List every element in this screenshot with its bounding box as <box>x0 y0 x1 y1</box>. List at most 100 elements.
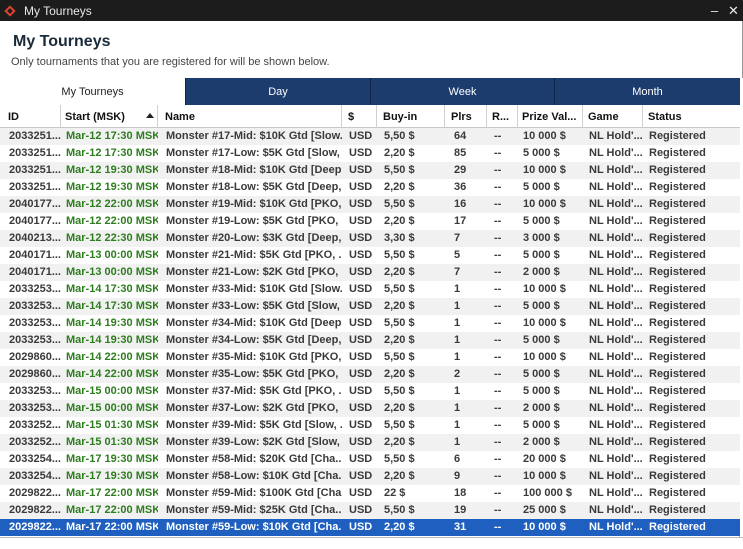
column-header-game[interactable]: Game <box>584 105 643 128</box>
column-header-status[interactable]: Status <box>644 105 740 128</box>
column-header-re[interactable]: R... <box>488 105 518 128</box>
table-row[interactable]: 2029822... Mar-17 22:00 MSK Monster #59-Mi… <box>0 502 740 519</box>
cell-name: Monster #18-Low: $5K Gtd [Deep,... <box>166 181 342 193</box>
table-row[interactable]: 2033253... Mar-14 17:30 MSK Monster #33-Mi… <box>0 281 740 298</box>
table-row[interactable]: 2029860... Mar-14 22:00 MSK Monster #35-Mi… <box>0 349 740 366</box>
cell-currency: USD <box>349 351 373 363</box>
cell-id: 2040177... <box>9 215 61 227</box>
column-header-buyin[interactable]: Buy-in <box>379 105 445 128</box>
cell-status: Registered <box>649 232 706 244</box>
cell-buyin: 5,50 $ <box>384 419 415 431</box>
table-row[interactable]: 2033253... Mar-14 19:30 MSK Monster #34-Mi… <box>0 315 740 332</box>
cell-prize: 20 000 $ <box>523 453 566 465</box>
cell-game: NL Hold'... <box>589 266 643 278</box>
cell-game: NL Hold'... <box>589 198 643 210</box>
table-row[interactable]: 2040213... Mar-12 22:30 MSK Monster #20-Lo… <box>0 230 740 247</box>
table-row[interactable]: 2040177... Mar-12 22:00 MSK Monster #19-Mi… <box>0 196 740 213</box>
cell-name: Monster #58-Low: $10K Gtd [Cha... <box>166 470 342 482</box>
cell-buyin: 2,20 $ <box>384 300 415 312</box>
cell-status: Registered <box>649 181 706 193</box>
cell-currency: USD <box>349 419 373 431</box>
table-row[interactable]: 2033253... Mar-14 19:30 MSK Monster #34-Lo… <box>0 332 740 349</box>
close-button[interactable]: ✕ <box>724 0 743 21</box>
table-row[interactable]: 2029822... Mar-17 22:00 MSK Monster #59-Mi… <box>0 485 740 502</box>
cell-name: Monster #35-Mid: $10K Gtd [PKO,... <box>166 351 342 363</box>
column-header-id[interactable]: ID <box>4 105 61 128</box>
cell-re: -- <box>494 487 502 499</box>
table-row[interactable]: 2033251... Mar-12 17:30 MSK Monster #17-Lo… <box>0 145 740 162</box>
cell-status: Registered <box>649 334 706 346</box>
tab-day[interactable]: Day <box>185 78 370 105</box>
cell-id: 2040213... <box>9 232 61 244</box>
cell-status: Registered <box>649 436 706 448</box>
cell-prize: 10 000 $ <box>523 521 566 533</box>
cell-prize: 10 000 $ <box>523 130 566 142</box>
cell-plrs: 36 <box>454 181 467 193</box>
cell-game: NL Hold'... <box>589 181 643 193</box>
cell-plrs: 17 <box>454 215 467 227</box>
cell-prize: 5 000 $ <box>523 215 560 227</box>
table-row[interactable]: 2040171... Mar-13 00:00 MSK Monster #21-Lo… <box>0 264 740 281</box>
cell-id: 2029822... <box>9 521 61 533</box>
column-header-plrs[interactable]: Plrs <box>447 105 487 128</box>
table-header: ID Start (MSK) Name $ Buy-in Plrs R... P… <box>0 105 740 128</box>
table-row[interactable]: 2040177... Mar-12 22:00 MSK Monster #19-Lo… <box>0 213 740 230</box>
cell-plrs: 16 <box>454 198 467 210</box>
cell-prize: 10 000 $ <box>523 283 566 295</box>
cell-id: 2040171... <box>9 266 61 278</box>
cell-plrs: 1 <box>454 436 461 448</box>
table-row[interactable]: 2029860... Mar-14 22:00 MSK Monster #35-Lo… <box>0 366 740 383</box>
cell-status: Registered <box>649 521 706 533</box>
cell-id: 2033253... <box>9 402 61 414</box>
table-row[interactable]: 2033251... Mar-12 19:30 MSK Monster #18-Mi… <box>0 162 740 179</box>
cell-name: Monster #37-Mid: $5K Gtd [PKO, ... <box>166 385 342 397</box>
cell-status: Registered <box>649 351 706 363</box>
page-header: My Tourneys Only tournaments that you ar… <box>0 21 743 78</box>
cell-re: -- <box>494 181 502 193</box>
cell-name: Monster #17-Low: $5K Gtd [Slow, ... <box>166 147 342 159</box>
cell-buyin: 22 $ <box>384 487 406 499</box>
table-row[interactable]: 2033251... Mar-12 19:30 MSK Monster #18-Lo… <box>0 179 740 196</box>
cell-plrs: 7 <box>454 266 461 278</box>
cell-status: Registered <box>649 368 706 380</box>
cell-start: Mar-17 22:00 MSK <box>66 504 158 516</box>
table-row[interactable]: 2033253... Mar-15 00:00 MSK Monster #37-Lo… <box>0 400 740 417</box>
cell-currency: USD <box>349 300 373 312</box>
cell-buyin: 2,20 $ <box>384 181 415 193</box>
column-header-prize[interactable]: Prize Val... <box>518 105 583 128</box>
column-header-name[interactable]: Name <box>161 105 342 128</box>
cell-id: 2033251... <box>9 164 61 176</box>
cell-start: Mar-12 22:00 MSK <box>66 215 158 227</box>
cell-plrs: 1 <box>454 334 461 346</box>
table-row[interactable]: 2029822... Mar-17 22:00 MSK Monster #59-Lo… <box>0 519 740 536</box>
cell-name: Monster #37-Low: $2K Gtd [PKO, ... <box>166 402 342 414</box>
window-controls: – ✕ <box>705 0 743 21</box>
table-row[interactable]: 2040171... Mar-13 00:00 MSK Monster #21-Mi… <box>0 247 740 264</box>
cell-game: NL Hold'... <box>589 419 643 431</box>
sort-ascending-icon <box>146 113 154 118</box>
cell-start: Mar-17 19:30 MSK <box>66 453 158 465</box>
table-row[interactable]: 2033253... Mar-14 17:30 MSK Monster #33-Lo… <box>0 298 740 315</box>
cell-game: NL Hold'... <box>589 130 643 142</box>
column-header-currency[interactable]: $ <box>344 105 377 128</box>
minimize-button[interactable]: – <box>705 0 724 21</box>
table-row[interactable]: 2033254... Mar-17 19:30 MSK Monster #58-Lo… <box>0 468 740 485</box>
table-row[interactable]: 2033251... Mar-12 17:30 MSK Monster #17-Mi… <box>0 128 740 145</box>
table-row[interactable]: 2033253... Mar-15 00:00 MSK Monster #37-Mi… <box>0 383 740 400</box>
tab-week[interactable]: Week <box>370 78 554 105</box>
cell-status: Registered <box>649 419 706 431</box>
table-row[interactable]: 2033252... Mar-15 01:30 MSK Monster #39-Mi… <box>0 417 740 434</box>
tab-month[interactable]: Month <box>554 78 740 105</box>
cell-currency: USD <box>349 402 373 414</box>
cell-game: NL Hold'... <box>589 504 643 516</box>
cell-name: Monster #33-Low: $5K Gtd [Slow, ... <box>166 300 342 312</box>
table-row[interactable]: 2033252... Mar-15 01:30 MSK Monster #39-Lo… <box>0 434 740 451</box>
cell-game: NL Hold'... <box>589 249 643 261</box>
table-row[interactable]: 2033254... Mar-17 19:30 MSK Monster #58-Mi… <box>0 451 740 468</box>
cell-plrs: 1 <box>454 385 461 397</box>
tab-my-tourneys[interactable]: My Tourneys <box>0 78 185 105</box>
cell-id: 2033251... <box>9 130 61 142</box>
cell-currency: USD <box>349 164 373 176</box>
column-header-start[interactable]: Start (MSK) <box>61 105 158 128</box>
cell-name: Monster #59-Low: $10K Gtd [Cha... <box>166 521 342 533</box>
